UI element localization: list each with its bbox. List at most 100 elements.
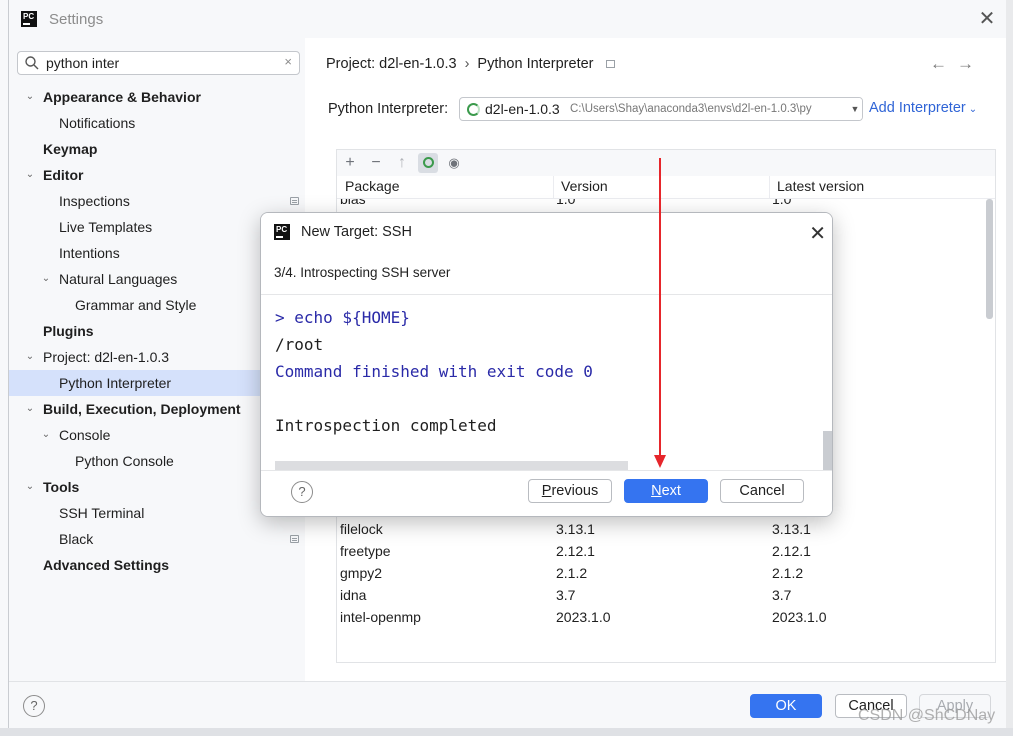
back-icon[interactable]: ← (930, 54, 957, 73)
chevron-down-icon[interactable]: ⌄ (24, 162, 36, 188)
cell-latest: 1.0 (772, 199, 792, 207)
table-row[interactable]: blas 1.0 1.0 (337, 199, 995, 210)
interpreter-label: Python Interpreter: (328, 101, 449, 117)
remove-package-icon[interactable]: − (366, 153, 386, 173)
chevron-down-icon[interactable]: ⌄ (24, 84, 36, 110)
sidebar-item-label: Plugins (43, 323, 94, 339)
packages-scrollbar[interactable] (986, 199, 993, 319)
dialog-title-bar: PC New Target: SSH ✕ (261, 213, 832, 253)
sidebar-item-label: Live Templates (59, 219, 153, 235)
breadcrumb: Project: d2l-en-1.0.3 › Python Interpreter (326, 56, 615, 72)
cell-latest: 3.7 (772, 587, 792, 603)
terminal-line: > echo ${HOME} (275, 308, 410, 327)
table-row[interactable]: idna 3.7 3.7 (337, 584, 995, 606)
breadcrumb-separator: › (464, 56, 470, 72)
horizontal-scrollbar[interactable] (275, 461, 628, 470)
sidebar-item[interactable]: Black (9, 526, 305, 552)
table-row[interactable]: freetype 2.12.1 2.12.1 (337, 540, 995, 562)
dialog-help-button[interactable]: ? (291, 481, 313, 503)
add-package-icon[interactable]: + (340, 153, 360, 173)
sidebar-item-label: Notifications (59, 115, 136, 131)
next-button[interactable]: Next (624, 479, 708, 503)
sidebar-item-label: Editor (43, 167, 84, 183)
breadcrumb-project[interactable]: Project: d2l-en-1.0.3 (326, 56, 457, 72)
dialog-cancel-button[interactable]: Cancel (720, 479, 804, 503)
cell-version: 2.12.1 (556, 543, 595, 559)
column-divider (769, 176, 770, 199)
dialog-footer: ? Previous Next Cancel (261, 470, 832, 516)
cell-version: 1.0 (556, 199, 576, 207)
chevron-down-icon[interactable]: ⌄ (24, 474, 36, 500)
window-close-icon[interactable]: ✕ (976, 8, 998, 30)
ok-button[interactable]: OK (750, 694, 822, 718)
column-latest-version[interactable]: Latest version (777, 178, 864, 194)
page-title: Python Interpreter (477, 56, 594, 72)
table-row[interactable]: intel-openmp 2023.1.0 2023.1.0 (337, 606, 995, 628)
sidebar-item-label: Python Console (75, 453, 174, 469)
cell-name: blas (340, 199, 366, 207)
search-icon (25, 56, 39, 70)
cell-version: 3.7 (556, 587, 576, 603)
interpreter-path: C:\Users\Shay\anaconda3\envs\d2l-en-1.0.… (570, 103, 812, 115)
annotation-arrow-head (654, 455, 666, 468)
introspection-output: > echo ${HOME} /root Command finished with… (261, 295, 832, 470)
search-input[interactable] (46, 54, 276, 72)
table-row[interactable]: gmpy2 2.1.2 2.1.2 (337, 562, 995, 584)
clear-search-icon[interactable]: × (284, 54, 292, 69)
packages-header: Package Version Latest version (337, 176, 995, 199)
sidebar-item[interactable]: Notifications (9, 110, 305, 136)
cell-latest: 2.1.2 (772, 565, 804, 581)
interpreter-env-name: d2l-en-1.0.3 (485, 101, 560, 117)
cell-latest: 2023.1.0 (772, 609, 827, 625)
cell-version: 2023.1.0 (556, 609, 611, 625)
sidebar-item[interactable]: ⌄ Editor (9, 162, 305, 188)
project-scope-icon (290, 535, 299, 543)
chevron-down-icon: ⌄ (968, 104, 978, 115)
forward-icon[interactable]: → (957, 54, 984, 73)
dialog-title: New Target: SSH (301, 224, 412, 240)
previous-button[interactable]: Previous (528, 479, 612, 503)
watermark: CSDN @ShCDNay (858, 707, 996, 724)
sidebar-item-label: Build, Execution, Deployment (43, 401, 241, 417)
cell-name: intel-openmp (340, 609, 421, 625)
sidebar-item[interactable]: Inspections (9, 188, 305, 214)
pycharm-logo-icon: PC (21, 11, 37, 27)
add-interpreter-link[interactable]: Add Interpreter ⌄ (869, 100, 977, 116)
background-strip (1005, 0, 1013, 736)
sidebar-item-label: Python Interpreter (59, 375, 172, 391)
cell-latest: 2.12.1 (772, 543, 811, 559)
sidebar-item-label: Tools (43, 479, 80, 495)
chevron-down-icon: ▼ (848, 98, 862, 120)
refresh-spinner-icon[interactable] (418, 153, 438, 173)
ssh-target-dialog: PC New Target: SSH ✕ 3/4. Introspecting … (260, 212, 833, 517)
chevron-down-icon[interactable]: ⌄ (40, 266, 52, 292)
upgrade-package-icon[interactable]: ↑ (392, 153, 412, 173)
column-version[interactable]: Version (561, 178, 608, 194)
background-strip-bottom (0, 728, 1013, 736)
window-title: Settings (49, 11, 104, 28)
chevron-down-icon[interactable]: ⌄ (40, 422, 52, 448)
sidebar-item-label: Natural Languages (59, 271, 178, 287)
column-package[interactable]: Package (345, 178, 399, 194)
nav-arrows: ←→ (930, 54, 984, 74)
terminal-line: Command finished with exit code 0 (275, 362, 593, 381)
help-button[interactable]: ? (23, 695, 45, 717)
eye-icon[interactable]: ◉ (444, 153, 464, 173)
dialog-close-icon[interactable]: ✕ (809, 221, 826, 246)
title-bar: PC Settings ✕ (9, 0, 1006, 38)
project-scope-icon (290, 197, 299, 205)
settings-search[interactable]: × (17, 51, 300, 75)
chevron-down-icon[interactable]: ⌄ (24, 344, 36, 370)
dialog-step-label: 3/4. Introspecting SSH server (274, 265, 451, 280)
cell-name: gmpy2 (340, 565, 383, 581)
sidebar-item-label: Grammar and Style (75, 297, 197, 313)
sidebar-item[interactable]: ⌄ Appearance & Behavior (9, 84, 305, 110)
table-row[interactable]: filelock 3.13.1 3.13.1 (337, 518, 995, 540)
chevron-down-icon[interactable]: ⌄ (24, 396, 36, 422)
sidebar-item[interactable]: Keymap (9, 136, 305, 162)
sidebar-item[interactable]: Advanced Settings (9, 552, 305, 578)
sidebar-item-label: Project: d2l-en-1.0.3 (43, 349, 170, 365)
sidebar-item-label: Appearance & Behavior (43, 89, 201, 105)
interpreter-select[interactable]: d2l-en-1.0.3 C:\Users\Shay\anaconda3\env… (459, 97, 863, 121)
vertical-scrollbar[interactable] (823, 431, 832, 470)
